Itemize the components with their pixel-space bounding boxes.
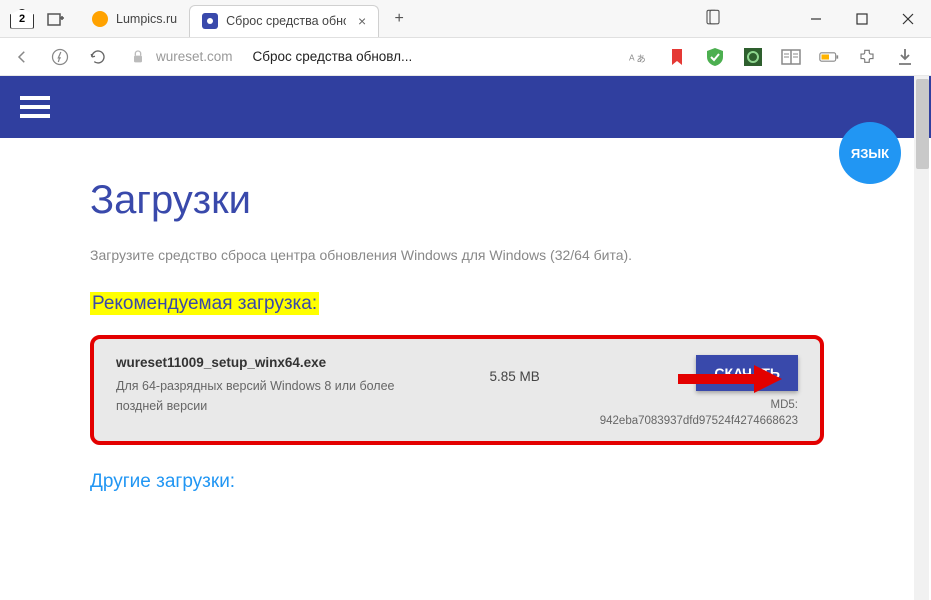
- translate-icon[interactable]: Aあ: [629, 47, 649, 67]
- close-window-button[interactable]: [885, 0, 931, 38]
- maximize-button[interactable]: [839, 0, 885, 38]
- download-size: 5.85 MB: [489, 369, 539, 384]
- battery-icon[interactable]: [819, 47, 839, 67]
- browser-navbar: wureset.com Сброс средства обновл... Aあ: [0, 38, 931, 76]
- md5-label: MD5:: [600, 399, 798, 411]
- back-button[interactable]: [8, 43, 36, 71]
- other-downloads-heading: Другие загрузки:: [90, 471, 824, 493]
- site-header: [0, 76, 931, 138]
- page-content: Загрузки Загрузите средство сброса центр…: [0, 138, 914, 513]
- page-subtitle: Загрузите средство сброса центра обновле…: [90, 247, 824, 263]
- recommended-heading: Рекомендуемая загрузка:: [90, 292, 319, 315]
- lock-icon: [130, 49, 146, 65]
- reload-button[interactable]: [84, 43, 112, 71]
- tab-strip: Lumpics.ru Сброс средства обновл × +: [80, 0, 793, 37]
- download-button[interactable]: СКАЧАТЬ: [696, 355, 798, 391]
- new-group-icon[interactable]: [46, 9, 66, 29]
- svg-text:あ: あ: [637, 54, 646, 64]
- favicon-lumpics-icon: [92, 11, 108, 27]
- reader-mode-icon[interactable]: [781, 47, 801, 67]
- svg-text:A: A: [629, 52, 635, 62]
- extensions-menu-icon[interactable]: [857, 47, 877, 67]
- shield-icon[interactable]: [705, 47, 725, 67]
- close-tab-icon[interactable]: ×: [358, 13, 366, 29]
- page-viewport: ЯЗЫК Загрузки Загрузите средство сброса …: [0, 76, 931, 600]
- favicon-wureset-icon: [202, 13, 218, 29]
- recommended-download-box: wureset11009_setup_winx64.exe Для 64-раз…: [90, 335, 824, 445]
- tab-wureset[interactable]: Сброс средства обновл ×: [189, 5, 379, 37]
- vertical-scrollbar-thumb[interactable]: [916, 79, 929, 169]
- tab-label: Сброс средства обновл: [226, 14, 346, 28]
- download-description: Для 64-разрядных версий Windows 8 или бо…: [116, 376, 416, 416]
- minimize-button[interactable]: [793, 0, 839, 38]
- bookmark-bar-icon[interactable]: [704, 8, 722, 26]
- bookmark-icon[interactable]: [667, 47, 687, 67]
- new-tab-button[interactable]: +: [387, 7, 411, 31]
- yandex-home-icon[interactable]: [46, 43, 74, 71]
- tab-lumpics[interactable]: Lumpics.ru: [80, 3, 189, 35]
- language-badge[interactable]: ЯЗЫК: [839, 122, 901, 184]
- page-heading: Загрузки: [90, 178, 824, 223]
- home-tab-badge[interactable]: 2: [10, 9, 34, 29]
- downloads-icon[interactable]: [895, 47, 915, 67]
- md5-value: 942eba7083937dfd97524f4274668623: [600, 415, 798, 427]
- adblock-icon[interactable]: [743, 47, 763, 67]
- page-title-in-addressbar: Сброс средства обновл...: [253, 49, 413, 64]
- extension-tray: Aあ: [629, 47, 915, 67]
- download-filename: wureset11009_setup_winx64.exe: [116, 355, 489, 370]
- hamburger-menu-icon[interactable]: [20, 96, 50, 118]
- tab-label: Lumpics.ru: [116, 12, 177, 26]
- browser-titlebar: 2 Lumpics.ru Сброс средства обновл × +: [0, 0, 931, 38]
- window-controls: [793, 0, 931, 38]
- url-domain: wureset.com: [156, 49, 233, 64]
- address-bar[interactable]: wureset.com: [130, 49, 233, 65]
